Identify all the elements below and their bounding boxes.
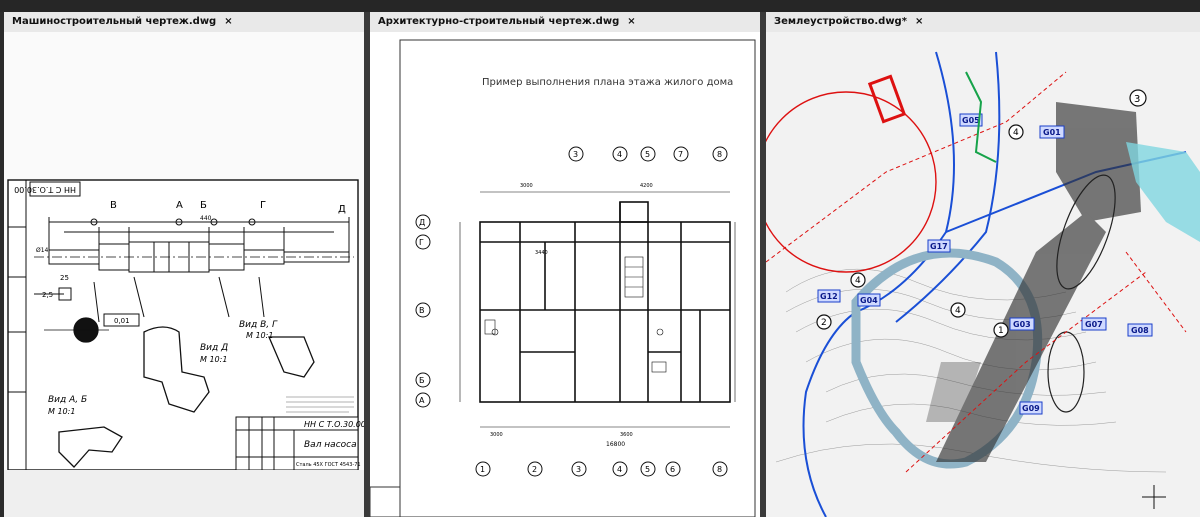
- dim-440: 440: [200, 215, 212, 222]
- architectural-drawing: Пример выполнения плана этажа жилого дом…: [370, 32, 760, 517]
- tab-mechanical[interactable]: Машиностроительный чертеж.dwg ×: [4, 12, 241, 31]
- axis-left-a: А: [419, 396, 425, 405]
- axis-top-5: 5: [645, 150, 650, 159]
- marker-g09: G09: [1022, 404, 1040, 413]
- marker-g05: G05: [962, 116, 980, 125]
- view-d-label: Вид Д: [200, 343, 228, 353]
- circle-1: 1: [998, 326, 1004, 336]
- section-label-b: Б: [200, 200, 207, 211]
- view-b-g-label: Вид В, Г: [239, 320, 278, 330]
- tab-label: Землеустройство.dwg*: [774, 16, 907, 27]
- section-label-v: В: [110, 200, 117, 211]
- geo-drawing: 1 2 3 4 4 4 G01 G17 G12 G04 G03 G07 G08 …: [766, 32, 1200, 517]
- section-label-g: Г: [260, 200, 266, 211]
- title-block-material: Сталь 45Х ГОСТ 4543-71: [296, 462, 361, 468]
- section-label-d: Д: [338, 204, 346, 215]
- axis-top-3: 3: [573, 150, 578, 159]
- circle-2: 2: [821, 318, 827, 328]
- doc-code-top: НН С Т.О.30.00: [14, 185, 76, 194]
- marker-g07: G07: [1085, 320, 1103, 329]
- marker-g03: G03: [1013, 320, 1031, 329]
- axis-top-8: 8: [717, 150, 722, 159]
- view-a-b-label: Вид А, Б: [48, 395, 87, 405]
- dim-16800: 16800: [606, 441, 625, 448]
- tab-geo[interactable]: Землеустройство.dwg* ×: [766, 12, 931, 31]
- dim-3000-b: 3000: [490, 432, 503, 438]
- drawing-canvas[interactable]: 1 2 3 4 4 4 G01 G17 G12 G04 G03 G07 G08 …: [766, 32, 1200, 517]
- top-strip: [0, 0, 1200, 12]
- pane-geo: Землеустройство.dwg* × 1 2 3 4 4 4 G01 G…: [766, 12, 1200, 517]
- marker-g01: G01: [1043, 128, 1061, 137]
- marker-g12: G12: [820, 292, 838, 301]
- axis-left-v: В: [419, 306, 425, 315]
- axis-bottom-6: 6: [670, 465, 675, 474]
- axis-top-4: 4: [617, 150, 622, 159]
- plan-title: Пример выполнения плана этажа жилого дом…: [482, 77, 733, 88]
- axis-bottom-5: 5: [645, 465, 650, 474]
- axis-bottom-4: 4: [617, 465, 622, 474]
- dim-3000: 3000: [520, 183, 533, 189]
- dim-3600: 3600: [620, 432, 633, 438]
- dim-d14: Ø14: [36, 247, 49, 254]
- marker-g08: G08: [1131, 326, 1149, 335]
- circle-4: 4: [855, 276, 861, 286]
- tab-label: Машиностроительный чертеж.dwg: [12, 16, 217, 27]
- mechanical-drawing: НН С Т.О.30.00 В А Б Г Д 440 25 2,5 0,01…: [4, 32, 364, 517]
- axis-bottom-8: 8: [717, 465, 722, 474]
- section-label-a: А: [176, 200, 183, 211]
- marker-g17: G17: [930, 242, 948, 251]
- axis-left-g: Г: [419, 238, 424, 247]
- close-icon[interactable]: ×: [915, 16, 923, 27]
- dim-2-5: 2,5: [42, 291, 53, 299]
- axis-left-d: Д: [419, 218, 425, 227]
- drawing-canvas[interactable]: Пример выполнения плана этажа жилого дом…: [370, 32, 760, 517]
- dim-25: 25: [60, 274, 69, 282]
- dim-0-01: 0,01: [114, 317, 130, 325]
- axis-bottom-1: 1: [480, 465, 485, 474]
- view-a-b-scale: М 10:1: [48, 407, 75, 416]
- pane-mechanical: Машиностроительный чертеж.dwg × НН С Т.О…: [4, 12, 364, 517]
- dim-3440: 3440: [535, 250, 548, 256]
- drawing-canvas[interactable]: НН С Т.О.30.00 В А Б Г Д 440 25 2,5 0,01…: [4, 32, 364, 517]
- axis-left-b: Б: [419, 376, 425, 385]
- title-block-code: НН С Т.О.30.00: [304, 420, 364, 429]
- circle-4b: 4: [955, 306, 961, 316]
- axis-bottom-3: 3: [576, 465, 581, 474]
- circle-4c: 4: [1013, 128, 1019, 138]
- marker-g04: G04: [860, 296, 878, 305]
- axis-top-7: 7: [678, 150, 683, 159]
- close-icon[interactable]: ×: [627, 16, 635, 27]
- pane-architectural: Архитектурно-строительный чертеж.dwg × П…: [370, 12, 760, 517]
- view-d-scale: М 10:1: [200, 355, 227, 364]
- tab-label: Архитектурно-строительный чертеж.dwg: [378, 16, 620, 27]
- circle-3: 3: [1134, 94, 1140, 105]
- view-b-g-scale: М 10:1: [246, 331, 273, 340]
- axis-bottom-2: 2: [532, 465, 537, 474]
- close-icon[interactable]: ×: [224, 16, 232, 27]
- dim-4200: 4200: [640, 183, 653, 189]
- tab-architectural[interactable]: Архитектурно-строительный чертеж.dwg ×: [370, 12, 644, 31]
- title-block-name: Вал насоса: [304, 440, 357, 450]
